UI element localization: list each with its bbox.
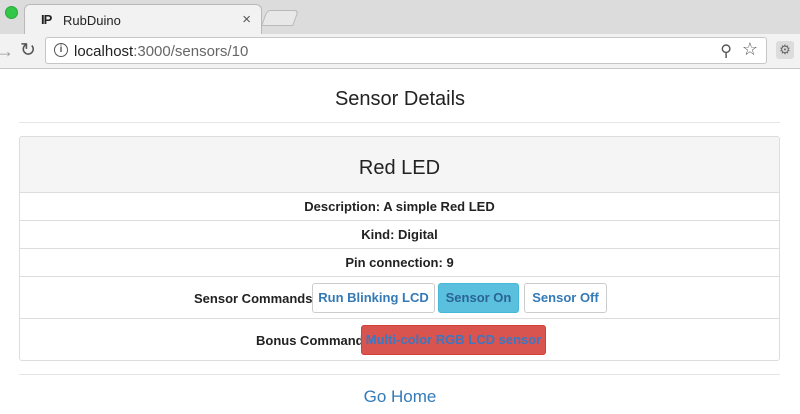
page-title: Sensor Details: [334, 88, 466, 110]
browser-tab[interactable]: IP RubDuino ×: [24, 4, 262, 34]
tab-title: RubDuino: [63, 13, 121, 28]
bonus-command-row: Bonus Command Multi-color RGB LCD sensor: [20, 319, 779, 360]
sensor-description: Description: A simple Red LED: [20, 193, 779, 221]
run-blinking-lcd-button[interactable]: Run Blinking LCD: [312, 283, 435, 313]
panel-heading: Red LED: [20, 137, 779, 193]
rgb-lcd-sensor-button[interactable]: Multi-color RGB LCD sensor: [361, 325, 546, 355]
url-text[interactable]: localhost:3000/sensors/10: [74, 43, 248, 60]
sensor-kind: Kind: Digital: [20, 221, 779, 249]
window-zoom-button[interactable]: [5, 6, 18, 19]
close-tab-icon[interactable]: ×: [242, 11, 251, 28]
zoom-icon[interactable]: ⚲: [720, 41, 732, 61]
sensor-pin: Pin connection: 9: [20, 249, 779, 277]
address-bar[interactable]: i localhost:3000/sensors/10 ⚲ ☆: [45, 37, 767, 64]
bookmark-star-icon[interactable]: ☆: [742, 39, 758, 60]
favicon-icon: IP: [41, 12, 52, 27]
bonus-command-label: Bonus Command: [256, 333, 364, 348]
url-host: localhost: [74, 43, 134, 60]
sensor-name: Red LED: [358, 157, 441, 179]
browser-toolbar: → ↻ i localhost:3000/sensors/10 ⚲ ☆ ⚙: [0, 34, 800, 69]
sensor-panel: Red LED Description: A simple Red LED Ki…: [19, 136, 780, 361]
go-home-link[interactable]: Go Home: [0, 387, 800, 407]
sensor-commands-label: Sensor Commands: [194, 291, 313, 306]
reload-icon[interactable]: ↻: [20, 39, 36, 62]
divider: [19, 122, 780, 123]
sensor-off-button[interactable]: Sensor Off: [524, 283, 607, 313]
new-tab-button[interactable]: [261, 10, 299, 26]
info-icon[interactable]: i: [54, 43, 68, 57]
divider: [19, 374, 780, 375]
url-path: :3000/sensors/10: [133, 43, 249, 60]
sensor-commands-row: Sensor Commands Run Blinking LCD Sensor …: [20, 277, 779, 319]
sensor-on-button[interactable]: Sensor On: [438, 283, 519, 313]
browser-tab-bar: IP RubDuino ×: [0, 0, 800, 34]
extension-icon[interactable]: ⚙: [776, 41, 794, 59]
forward-icon[interactable]: →: [0, 41, 14, 62]
